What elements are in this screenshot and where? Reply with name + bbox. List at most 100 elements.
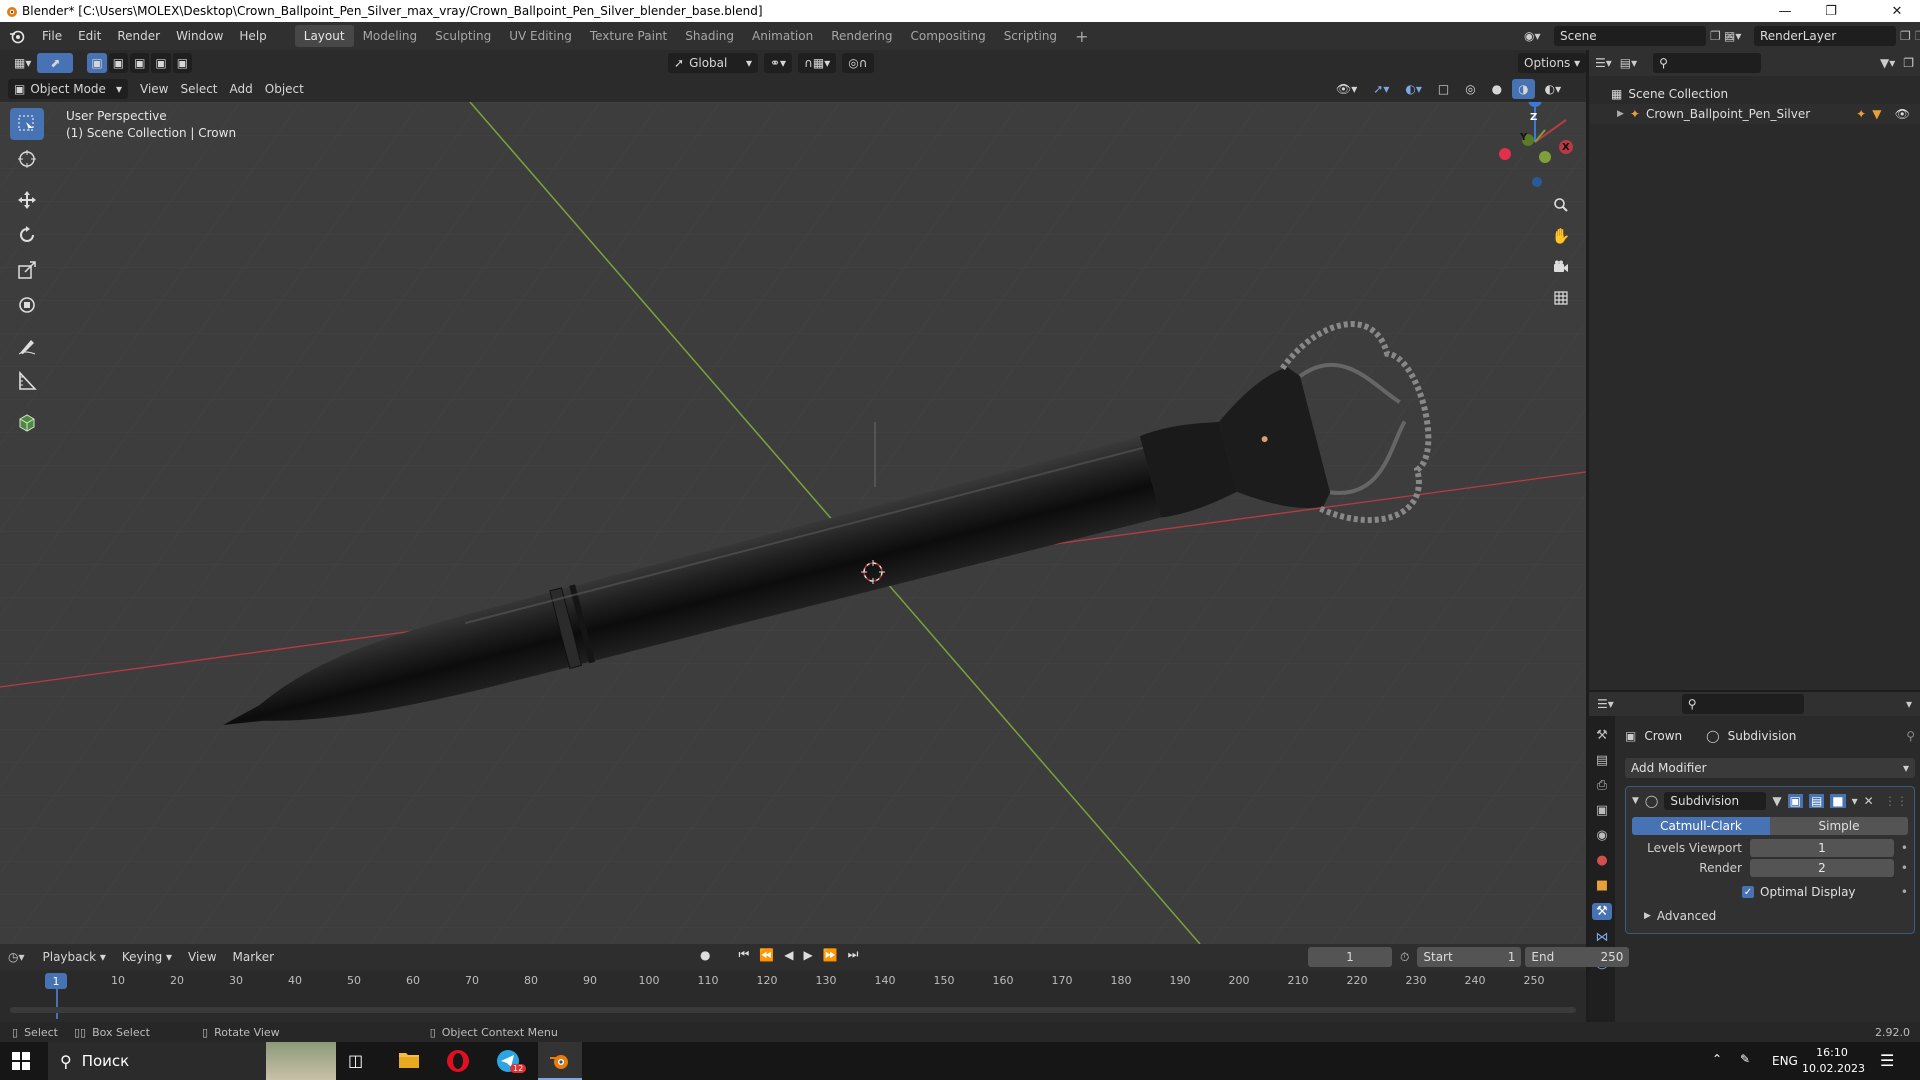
add-modifier-dropdown[interactable]: Add Modifier ▾ [1625, 758, 1915, 778]
render-toggle-icon[interactable]: ■ [1830, 794, 1846, 808]
menu-window[interactable]: Window [168, 22, 231, 50]
timeline-ruler[interactable]: 1 10 20 30 40 50 60 70 80 90 100 110 120 130 140 150 16… [0, 970, 1586, 1022]
material-shading-icon[interactable]: ◑ [1512, 79, 1535, 99]
gizmo-icon[interactable]: ➚▾ [1367, 79, 1395, 99]
play-reverse-icon[interactable]: ◀ [784, 948, 793, 962]
playhead[interactable]: 1 [45, 973, 67, 989]
solid-shading-icon[interactable]: ● [1486, 79, 1508, 99]
visibility-icon[interactable]: 👁▾ [1330, 79, 1363, 99]
play-icon[interactable]: ▶ [803, 948, 812, 962]
editor-type-icon[interactable]: ▦▾ [8, 53, 37, 73]
stopwatch-icon[interactable]: ⏱ [1400, 950, 1409, 965]
timeline-scrollbar[interactable] [10, 1007, 1576, 1013]
select-mode-intersect-icon[interactable]: ▣ [172, 53, 193, 73]
file-explorer-icon[interactable] [398, 1050, 420, 1070]
particles-tab-icon[interactable]: ⋈ [1596, 930, 1609, 945]
tray-clock[interactable]: 16:10 10.02.2023 [1802, 1045, 1865, 1077]
add-menu[interactable]: Add [224, 79, 259, 99]
record-icon[interactable]: ● [700, 948, 710, 962]
jump-start-icon[interactable]: ⏮ [738, 947, 749, 962]
select-menu[interactable]: Select [174, 79, 223, 99]
modifier-filter-icon[interactable]: ▼ [1872, 107, 1881, 121]
tab-uv-editing[interactable]: UV Editing [500, 25, 581, 47]
scene-tab-icon[interactable]: ◉ [1596, 828, 1607, 843]
properties-editor-icon[interactable]: ☰▾ [1597, 697, 1614, 711]
advanced-subpanel[interactable]: ▶ Advanced [1632, 907, 1908, 925]
rendered-shading-icon[interactable]: ◐▾ [1539, 79, 1568, 99]
eye-visibility-icon[interactable]: 👁 [1895, 107, 1910, 121]
3d-viewport[interactable]: User Perspective (1) Scene Collection | … [0, 102, 1586, 944]
blender-menu-icon[interactable] [0, 28, 34, 44]
outliner-editor-icon[interactable]: ☰▾ [1595, 56, 1612, 70]
gizmo-y-label[interactable]: Y [1520, 132, 1527, 143]
tray-chevron-up-icon[interactable]: ⌃ [1712, 1052, 1722, 1066]
simple-button[interactable]: Simple [1770, 817, 1908, 835]
close-icon[interactable]: ✕ [1874, 0, 1920, 22]
object-tab-icon[interactable]: ■ [1596, 878, 1608, 893]
display-mode-icon[interactable]: ▤▾ [1620, 56, 1637, 70]
timeline-view-menu[interactable]: View [182, 947, 222, 967]
tool-add-cube[interactable] [10, 406, 44, 438]
select-tool-icon[interactable]: ⬈ [37, 53, 74, 73]
current-frame-field[interactable]: 1 [1308, 947, 1392, 967]
modifier-tab-icon[interactable]: ⚒ [1592, 903, 1612, 920]
tab-compositing[interactable]: Compositing [901, 25, 994, 47]
pin-icon[interactable]: ⚲ [1906, 729, 1915, 743]
collapse-arrow-icon[interactable]: ▼ [1632, 796, 1639, 806]
task-view-icon[interactable]: ◫ [348, 1051, 363, 1070]
scene-icon[interactable]: ◉▾ [1524, 29, 1550, 43]
language-indicator[interactable]: ENG [1772, 1054, 1798, 1068]
world-tab-icon[interactable]: ● [1596, 853, 1607, 868]
render-layer-field[interactable]: RenderLayer [1754, 26, 1896, 46]
object-mode-dropdown[interactable]: ▣ Object Mode ▾ [8, 79, 128, 99]
prev-keyframe-icon[interactable]: ⏪ [759, 948, 774, 962]
close-icon[interactable]: ✕ [1864, 794, 1874, 808]
next-keyframe-icon[interactable]: ⏩ [823, 948, 838, 962]
on-cage-toggle-icon[interactable]: ▣ [1787, 794, 1803, 808]
notifications-icon[interactable]: ☰ [1880, 1051, 1894, 1070]
outliner-scene-collection[interactable]: ▦ Scene Collection [1589, 84, 1920, 104]
tab-layout[interactable]: Layout [294, 25, 354, 47]
pivot-point-icon[interactable]: ⚭▾ [764, 53, 793, 73]
pan-hand-icon[interactable]: ✋ [1548, 223, 1574, 249]
start-frame-field[interactable]: Start 1 [1417, 947, 1522, 967]
scene-name-field[interactable]: Scene [1554, 26, 1706, 46]
timeline-editor-icon[interactable]: ◷▾ [8, 950, 25, 964]
output-tab-icon[interactable]: ⎙ [1597, 778, 1607, 793]
jump-end-icon[interactable]: ⏭ [848, 947, 859, 962]
marker-menu[interactable]: Marker [227, 947, 280, 967]
add-workspace-icon[interactable]: + [1066, 25, 1097, 47]
new-render-layer-icon[interactable]: ❐ [1900, 29, 1911, 43]
keying-menu[interactable]: Keying ▾ [116, 947, 178, 967]
tool-measure[interactable] [10, 365, 44, 397]
tab-sculpting[interactable]: Sculpting [426, 25, 500, 47]
chevron-down-icon[interactable]: ▾ [1852, 794, 1858, 808]
keyframe-dot-icon[interactable]: • [1894, 861, 1908, 875]
view-layer-tab-icon[interactable]: ▣ [1596, 803, 1608, 818]
menu-help[interactable]: Help [231, 22, 274, 50]
select-mode-new-icon[interactable]: ▣ [87, 53, 107, 73]
tab-rendering[interactable]: Rendering [822, 25, 901, 47]
new-collection-icon[interactable]: ❐ [1903, 56, 1914, 70]
end-frame-field[interactable]: End 250 [1525, 947, 1630, 967]
minimize-icon[interactable]: — [1762, 0, 1808, 22]
object-data-icon[interactable]: ✦ [1856, 107, 1866, 121]
ortho-grid-icon[interactable] [1548, 285, 1574, 311]
render-layer-icon[interactable]: ▤▾ [1724, 29, 1750, 43]
levels-viewport-field[interactable]: 1 [1750, 839, 1894, 857]
tab-shading[interactable]: Shading [676, 25, 743, 47]
wireframe-shading-icon[interactable]: ◎ [1459, 79, 1481, 99]
pen-tray-icon[interactable]: ✎ [1740, 1052, 1750, 1066]
transform-orientation-dropdown[interactable]: ➚ Global ▾ [668, 53, 758, 73]
xray-icon[interactable]: □ [1432, 79, 1455, 99]
tab-animation[interactable]: Animation [743, 25, 822, 47]
chevron-down-icon[interactable]: ▾ [1906, 697, 1912, 711]
catmull-clark-button[interactable]: Catmull-Clark [1632, 817, 1770, 835]
object-menu[interactable]: Object [259, 79, 310, 99]
menu-file[interactable]: File [34, 22, 70, 50]
tool-move[interactable] [10, 184, 44, 216]
render-tab-icon[interactable]: ▤ [1596, 753, 1608, 768]
camera-view-icon[interactable] [1548, 254, 1574, 280]
filter-icon[interactable]: ▼▾ [1880, 56, 1895, 70]
options-dropdown[interactable]: Options ▾ [1518, 53, 1587, 73]
